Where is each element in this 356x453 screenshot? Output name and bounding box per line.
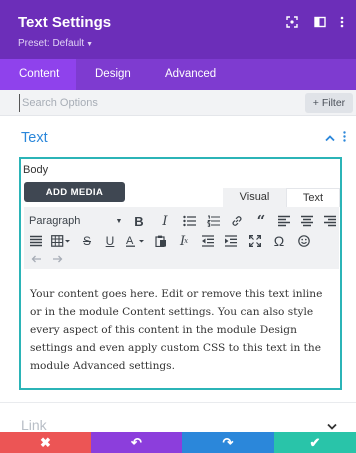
underline-icon[interactable]: U (103, 233, 117, 249)
add-media-button[interactable]: ADD MEDIA (24, 182, 125, 202)
editor-content[interactable]: Your content goes here. Edit or remove t… (30, 285, 335, 375)
numbered-list-icon[interactable] (205, 213, 221, 229)
format-select[interactable]: Paragraph (29, 213, 99, 229)
strikethrough-icon[interactable]: S (80, 233, 94, 249)
tab-advanced[interactable]: Advanced (165, 59, 216, 90)
paste-text-icon[interactable] (153, 233, 169, 249)
caret-down-icon[interactable]: ▼ (114, 213, 124, 229)
text-color-icon[interactable]: A (125, 233, 147, 249)
clear-formatting-icon[interactable]: Ix (176, 233, 192, 249)
bold-icon[interactable]: B (132, 213, 146, 229)
tab-visual[interactable]: Visual (223, 188, 286, 207)
align-left-icon[interactable] (276, 213, 292, 229)
tab-design[interactable]: Design (95, 59, 131, 90)
redo-button[interactable]: ↷ (182, 432, 274, 453)
redo-arrow-icon[interactable] (50, 251, 66, 267)
close-icon: ✖ (40, 434, 51, 450)
preset-label: Preset: Default (18, 38, 85, 49)
outdent-icon[interactable] (200, 233, 216, 249)
indent-icon[interactable] (223, 233, 239, 249)
undo-button[interactable]: ↶ (91, 432, 182, 453)
emoji-icon[interactable] (296, 233, 312, 249)
settings-tabs: Content Design Advanced (0, 59, 356, 90)
split-view-icon[interactable] (312, 14, 328, 30)
svg-text:A: A (126, 235, 134, 247)
search-input[interactable] (19, 94, 289, 112)
check-icon: ✔ (309, 434, 321, 450)
chevron-up-icon[interactable] (325, 131, 335, 145)
field-label: Body (23, 164, 49, 176)
body-editor: Body ADD MEDIA Visual Text Paragraph ▼ B… (19, 157, 342, 390)
fullscreen-icon[interactable] (247, 233, 263, 249)
settings-header: Text Settings Preset: Default ▼ (0, 0, 356, 59)
search-bar: + Filter (0, 90, 356, 116)
section-title[interactable]: Text (21, 130, 48, 146)
tab-content[interactable]: Content (0, 59, 76, 90)
bullet-list-icon[interactable] (181, 213, 197, 229)
caret-down-icon: ▼ (86, 41, 94, 48)
undo-icon: ↶ (131, 434, 142, 450)
blockquote-icon[interactable]: “ (253, 212, 269, 230)
italic-icon[interactable]: I (158, 213, 172, 229)
undo-arrow-icon[interactable] (28, 251, 44, 267)
preset-selector[interactable]: Preset: Default ▼ (18, 38, 93, 49)
discard-button[interactable]: ✖ (0, 432, 91, 453)
align-center-icon[interactable] (299, 213, 315, 229)
format-select-value: Paragraph (29, 215, 81, 227)
table-icon[interactable] (50, 233, 72, 249)
link-icon[interactable] (229, 213, 245, 229)
section-menu-icon[interactable] (343, 131, 346, 145)
align-right-icon[interactable] (322, 213, 338, 229)
redo-icon: ↷ (222, 434, 234, 450)
modal-title: Text Settings (18, 14, 112, 31)
kebab-menu-icon[interactable] (334, 14, 350, 30)
tab-text[interactable]: Text (286, 188, 340, 207)
justify-icon[interactable] (28, 233, 44, 249)
filter-button[interactable]: + Filter (305, 93, 353, 113)
action-footer: ✖ ↶ ↷ ✔ (0, 432, 356, 453)
link-section-title: Link (21, 417, 47, 433)
screenshot-icon[interactable] (284, 14, 300, 30)
special-character-icon[interactable]: Ω (271, 233, 287, 249)
save-button[interactable]: ✔ (274, 432, 356, 453)
editor-toolbar: Paragraph ▼ B I “ S U A I x Ω (24, 207, 339, 269)
link-section[interactable]: Link (0, 402, 356, 433)
